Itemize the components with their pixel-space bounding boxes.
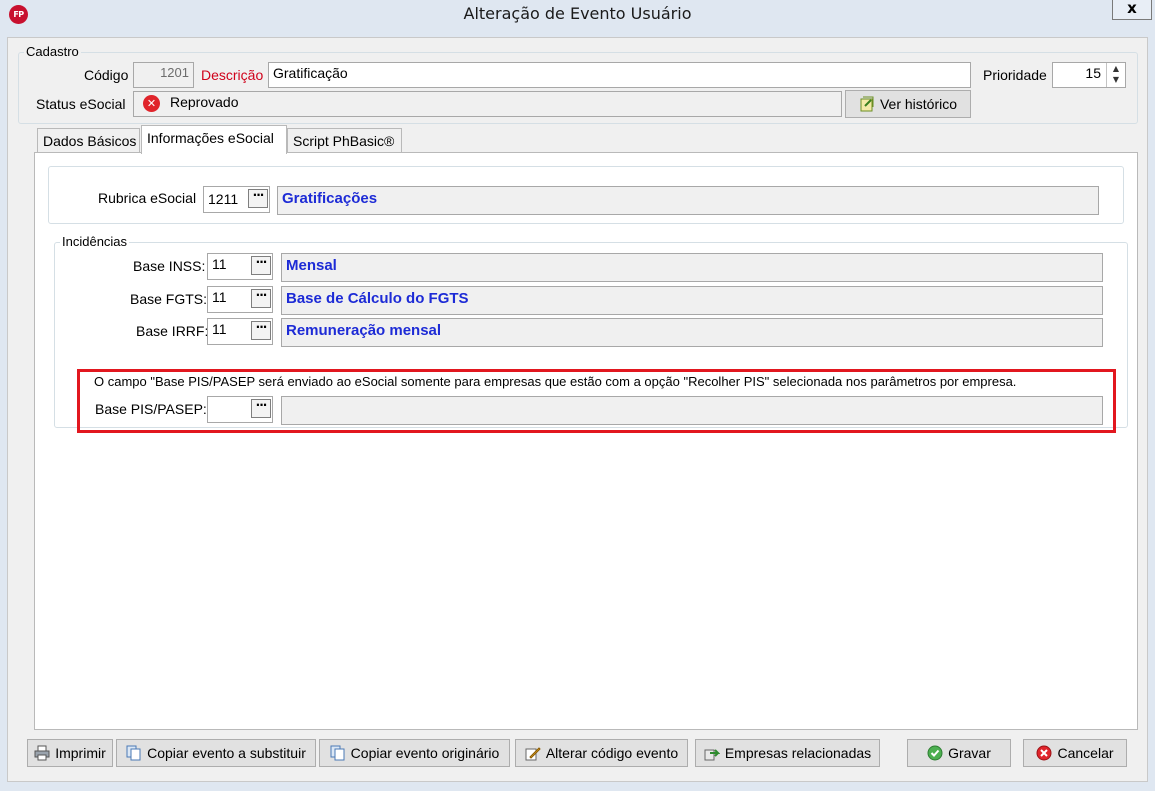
gravar-label: Gravar [948,745,991,761]
status-esocial-field: Reprovado [133,91,842,117]
window-title: Alteração de Evento Usuário [463,4,692,23]
tab-script-phbasic[interactable]: Script PhBasic® [287,128,402,154]
copiar-evento-originario-button[interactable]: Copiar evento originário [319,739,510,767]
close-button[interactable]: x [1112,0,1152,20]
base-irrf-label: Base IRRF: [136,323,209,339]
descricao-field[interactable]: Gratificação [268,62,971,88]
ver-historico-label: Ver histórico [879,96,958,112]
imprimir-label: Imprimir [55,745,106,761]
tab-informacoes-esocial[interactable]: Informações eSocial [141,125,287,154]
spin-down-icon[interactable]: ▼ [1107,74,1125,85]
alterar-codigo-evento-label: Alterar código evento [545,745,679,761]
title-bar: FP Alteração de Evento Usuário x [0,0,1155,30]
rubrica-description-field: Gratificações [277,186,1099,215]
base-fgts-label: Base FGTS: [130,291,208,307]
codigo-field[interactable]: 1201 [133,62,194,88]
descricao-label: Descrição [201,67,264,83]
cadastro-legend: Cadastro [24,44,81,59]
check-icon [927,745,943,761]
document-edit-icon [859,96,875,112]
copiar-evento-substituir-label: Copiar evento a substituir [147,745,306,761]
tab-panel-informacoes-esocial [34,152,1138,730]
base-inss-label: Base INSS: [133,258,206,274]
copy-icon [126,745,142,761]
company-export-icon [704,745,721,761]
base-pis-pasep-lookup-button[interactable]: ··· [251,399,271,418]
main-window: FP Alteração de Evento Usuário x Cadastr… [0,0,1155,791]
empresas-relacionadas-label: Empresas relacionadas [724,745,872,761]
base-inss-lookup-button[interactable]: ··· [251,256,271,275]
codigo-label: Código [84,67,129,83]
base-fgts-description-field: Base de Cálculo do FGTS [281,286,1103,315]
prioridade-label: Prioridade [983,67,1047,83]
copiar-evento-substituir-button[interactable]: Copiar evento a substituir [116,739,316,767]
status-esocial-label: Status eSocial [36,96,126,112]
empresas-relacionadas-button[interactable]: Empresas relacionadas [695,739,880,767]
base-inss-description-field: Mensal [281,253,1103,282]
incidencias-legend: Incidências [60,234,130,249]
base-fgts-lookup-button[interactable]: ··· [251,289,271,308]
error-status-icon: ✕ [143,95,160,112]
prioridade-spinner[interactable]: ▲ ▼ [1106,63,1125,87]
copiar-evento-originario-label: Copiar evento originário [350,745,500,761]
cancelar-button[interactable]: Cancelar [1023,739,1127,767]
spin-up-icon[interactable]: ▲ [1107,63,1125,74]
cancelar-label: Cancelar [1057,745,1114,761]
pis-pasep-note: O campo "Base PIS/PASEP será enviado ao … [94,374,1017,389]
printer-icon [34,745,50,761]
edit-pencil-icon [525,745,541,761]
imprimir-button[interactable]: Imprimir [27,739,113,767]
rubrica-lookup-button[interactable]: ··· [248,189,268,208]
base-irrf-description-field: Remuneração mensal [281,318,1103,347]
gravar-button[interactable]: Gravar [907,739,1011,767]
ver-historico-button[interactable]: Ver histórico [845,90,971,118]
base-pis-pasep-label: Base PIS/PASEP: [95,401,207,417]
base-irrf-lookup-button[interactable]: ··· [251,321,271,340]
base-pis-pasep-description-field [281,396,1103,425]
tab-dados-basicos[interactable]: Dados Básicos [37,128,140,154]
alterar-codigo-evento-button[interactable]: Alterar código evento [515,739,688,767]
cancel-icon [1036,745,1052,761]
rubrica-esocial-label: Rubrica eSocial [98,190,197,206]
copy-icon [330,745,346,761]
